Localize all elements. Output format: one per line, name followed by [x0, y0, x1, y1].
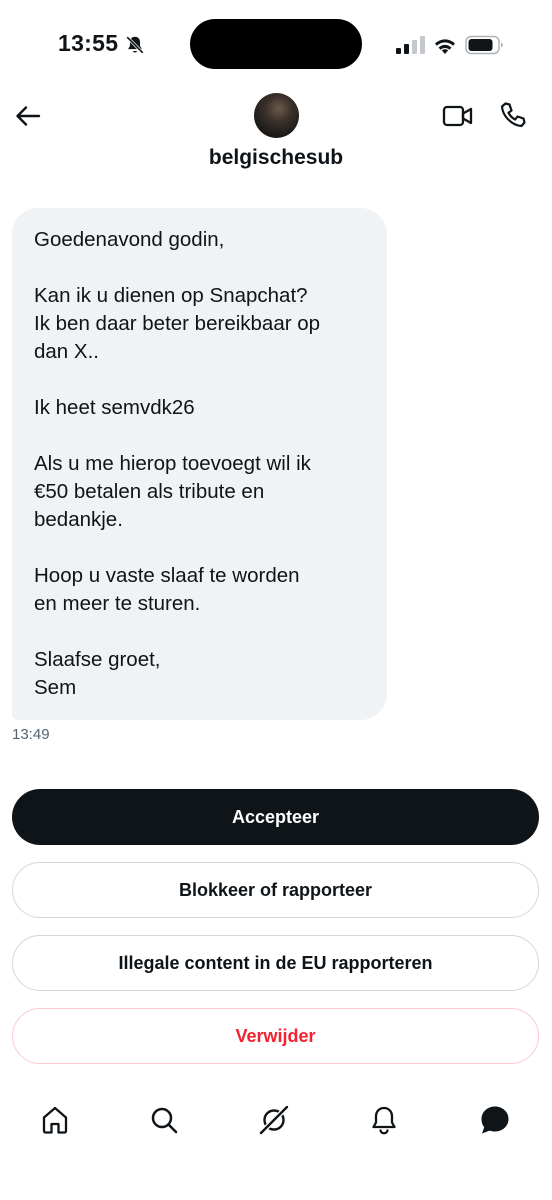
search-icon	[151, 1107, 178, 1134]
eu-report-button[interactable]: Illegale content in de EU rapporteren	[12, 935, 539, 991]
status-bar: 13:55	[0, 0, 552, 90]
bell-slash-icon	[126, 36, 144, 54]
home-indicator	[208, 1180, 344, 1185]
nav-grok[interactable]	[256, 1102, 292, 1138]
home-icon	[42, 1106, 68, 1134]
bottom-nav	[0, 1090, 552, 1150]
video-call-icon[interactable]	[442, 102, 474, 130]
message-bubble: Goedenavond godin, Kan ik u dienen op Sn…	[12, 208, 387, 720]
avatar[interactable]	[254, 93, 299, 138]
conversation-username[interactable]: belgischesub	[0, 146, 552, 170]
phone-call-icon[interactable]	[498, 100, 528, 130]
message-timestamp: 13:49	[12, 726, 50, 743]
back-arrow-icon	[16, 106, 41, 126]
nav-search[interactable]	[146, 1102, 182, 1138]
cellular-signal-icon	[396, 36, 425, 54]
back-button[interactable]	[12, 100, 44, 132]
message-paragraph: Slaafse groet, Sem	[34, 648, 161, 699]
message-paragraph: Als u me hierop toevoegt wil ik €50 beta…	[34, 452, 311, 531]
wifi-icon	[435, 39, 455, 54]
grok-icon	[259, 1105, 289, 1135]
block-report-button[interactable]: Blokkeer of rapporteer	[12, 862, 539, 918]
notifications-icon	[372, 1106, 396, 1135]
delete-button[interactable]: Verwijder	[12, 1008, 539, 1064]
nav-home[interactable]	[37, 1102, 73, 1138]
message-paragraph: Ik heet semvdk26	[34, 396, 195, 419]
message-paragraph: Goedenavond godin,	[34, 228, 225, 251]
battery-icon	[465, 35, 503, 55]
accept-button[interactable]: Accepteer	[12, 789, 539, 845]
messages-icon	[481, 1106, 509, 1134]
status-time: 13:55	[58, 30, 119, 56]
nav-messages[interactable]	[477, 1102, 513, 1138]
dynamic-island	[190, 19, 362, 69]
message-paragraph: Hoop u vaste slaaf te worden en meer te …	[34, 564, 300, 615]
message-paragraph: Kan ik u dienen op Snapchat? Ik ben daar…	[34, 284, 321, 363]
nav-notifications[interactable]	[366, 1102, 402, 1138]
